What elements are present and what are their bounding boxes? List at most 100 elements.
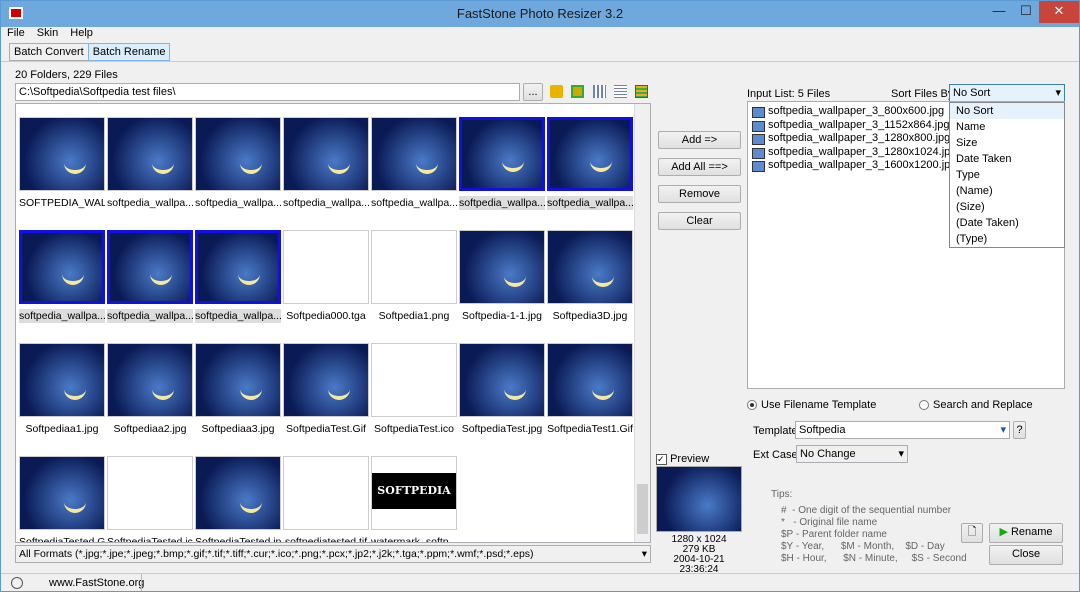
sort-option[interactable]: Date Taken [950, 151, 1064, 167]
file-thumbnail[interactable]: softpedia_wallpa... [195, 117, 281, 210]
ext-case-select[interactable]: No Change ▾ [796, 445, 908, 463]
file-thumbnail[interactable]: Softpediaa1.jpg [19, 343, 105, 436]
thumbnail-image [107, 343, 193, 417]
add-button[interactable]: Add => [658, 131, 741, 149]
template-input[interactable]: Softpedia ▾ [795, 421, 1010, 439]
file-thumbnail[interactable]: Softpedia000.tga [283, 230, 369, 323]
folder-up-icon[interactable] [550, 85, 563, 98]
rename-options-button[interactable]: 🗋 [961, 523, 983, 543]
search-replace-radio[interactable]: Search and Replace [919, 399, 1033, 411]
file-thumbnail[interactable]: Softpediaa2.jpg [107, 343, 193, 436]
sort-option[interactable]: Name [950, 119, 1064, 135]
thumbnail-image [547, 343, 633, 417]
thumbnail-image [283, 117, 369, 191]
tip-line: $H - Hour, $N - Minute, $S - Second [781, 553, 967, 564]
file-thumbnail[interactable]: SoftpediaTest.Gif [283, 343, 369, 436]
file-thumbnail[interactable]: SOFTPEDIA_WAL... [19, 117, 105, 210]
file-thumbnail[interactable]: softpedia_wallpa... [195, 230, 281, 323]
browse-button[interactable]: ... [523, 83, 543, 101]
file-name: SoftpediaTest.ico [374, 423, 454, 435]
file-name: watermark_softp... [371, 536, 457, 543]
sort-value: No Sort [953, 87, 991, 99]
tab-batch-convert[interactable]: Batch Convert [9, 43, 89, 61]
chevron-down-icon: ▾ [641, 548, 647, 560]
radio-selected-icon [747, 400, 757, 411]
menu-skin[interactable]: Skin [37, 27, 58, 39]
path-input[interactable]: C:\Softpedia\Softpedia test files\ [15, 83, 520, 101]
file-thumbnail[interactable]: Softpediaa3.jpg [195, 343, 281, 436]
menu-help[interactable]: Help [70, 27, 93, 39]
menu-file[interactable]: File [7, 27, 25, 39]
template-value: Softpedia [799, 424, 846, 436]
sort-option[interactable]: (Date Taken) [950, 215, 1064, 231]
refresh-folder-icon[interactable] [571, 85, 584, 98]
sort-option[interactable]: Size [950, 135, 1064, 151]
file-name: softpedia_wallpa... [107, 309, 193, 323]
sort-option[interactable]: No Sort [950, 103, 1064, 119]
document-icon: 🗋 [967, 526, 977, 538]
close-button[interactable]: ✕ [1039, 1, 1079, 23]
file-name: SoftpediaTested.ico [107, 536, 193, 543]
add-all-button[interactable]: Add All ==> [658, 158, 741, 176]
tip-line: $Y - Year, $M - Month, $D - Day [781, 541, 945, 552]
file-thumbnail[interactable]: SoftpediaTested.jpg [195, 456, 281, 542]
thumbnail-image [283, 343, 369, 417]
ext-case-value: No Change [800, 448, 856, 460]
sort-option[interactable]: (Type) [950, 231, 1064, 247]
close-dialog-button[interactable]: Close [989, 545, 1063, 565]
file-thumbnail[interactable]: softpedia_wallpa... [547, 117, 633, 210]
file-name: softpedia_wallpa... [283, 197, 369, 209]
use-template-radio[interactable]: Use Filename Template [747, 399, 876, 411]
file-name: Softpediaa3.jpg [201, 423, 275, 435]
file-thumbnail[interactable]: SoftpediaTested.ico [107, 456, 193, 543]
file-thumbnail[interactable]: softpedia_wallpa... [371, 117, 457, 210]
sort-select[interactable]: No Sort ▾ [949, 84, 1065, 102]
file-name: Softpedia1.png [378, 310, 450, 322]
rename-label: Rename [1010, 526, 1053, 538]
sort-option[interactable]: (Size) [950, 199, 1064, 215]
maximize-button[interactable]: ☐ [1013, 1, 1039, 23]
file-name: softpedia_wallpa... [19, 309, 105, 323]
file-thumbnail[interactable]: SoftpediaTested.Gif [19, 456, 105, 542]
file-thumbnail[interactable]: SoftpediaTest1.Gif [547, 343, 633, 436]
file-name: SoftpediaTest.jpg [461, 423, 543, 435]
clear-button[interactable]: Clear [658, 212, 741, 230]
preview-label: Preview [670, 453, 710, 465]
thumbnail-image [195, 230, 281, 304]
file-thumbnail[interactable]: Softpedia1.png [371, 230, 457, 323]
file-thumbnail[interactable]: softpedia_wallpa... [107, 117, 193, 210]
file-thumbnail[interactable]: softpedia_wallpa... [283, 117, 369, 210]
tab-batch-rename[interactable]: Batch Rename [87, 43, 171, 61]
website-link[interactable]: www.FastStone.org [49, 577, 144, 589]
file-name: Softpediaa2.jpg [113, 423, 187, 435]
thumbnail-view-icon[interactable] [593, 85, 606, 98]
file-name: softpediatested.tif [284, 536, 368, 543]
file-thumbnail[interactable]: Softpedia3D.jpg [547, 230, 633, 323]
list-view-icon[interactable] [614, 85, 627, 98]
sort-option[interactable]: (Name) [950, 183, 1064, 199]
file-thumbnail[interactable]: softpedia_wallpa... [459, 117, 545, 210]
rename-button[interactable]: ▶ Rename [989, 523, 1063, 543]
format-filter-select[interactable]: All Formats (*.jpg;*.jpe;*.jpeg;*.bmp;*.… [15, 545, 651, 563]
file-thumbnail[interactable]: SoftpediaTest.ico [371, 343, 457, 436]
preview-checkbox[interactable]: ✓ Preview [656, 453, 709, 465]
help-button[interactable]: ? [1013, 421, 1026, 439]
grid-scrollbar[interactable] [634, 104, 650, 542]
file-thumbnail[interactable]: SOFTPEDIA watermark_softp... [371, 456, 457, 543]
tip-line: * - Original file name [781, 517, 878, 528]
sort-option[interactable]: Type [950, 167, 1064, 183]
file-thumbnail[interactable]: softpediatested.tif [283, 456, 369, 543]
sort-dropdown[interactable]: No Sort Name Size Date Taken Type (Name) (Size… [949, 102, 1065, 248]
file-thumbnail[interactable]: softpedia_wallpa... [19, 230, 105, 323]
thumbnail-grid[interactable]: SOFTPEDIA_WAL...softpedia_wallpa...softp… [15, 103, 651, 543]
details-view-icon[interactable] [635, 85, 648, 98]
file-thumbnail[interactable]: Softpedia-1-1.jpg [459, 230, 545, 323]
file-thumbnail[interactable]: SoftpediaTest.jpg [459, 343, 545, 436]
thumbnail-image [459, 343, 545, 417]
file-thumbnail[interactable]: softpedia_wallpa... [107, 230, 193, 323]
file-name: softpedia_wallpa... [547, 196, 633, 210]
remove-button[interactable]: Remove [658, 185, 741, 203]
checkbox-checked-icon: ✓ [656, 453, 667, 465]
radio-icon [919, 400, 929, 411]
minimize-button[interactable]: — [985, 1, 1013, 23]
